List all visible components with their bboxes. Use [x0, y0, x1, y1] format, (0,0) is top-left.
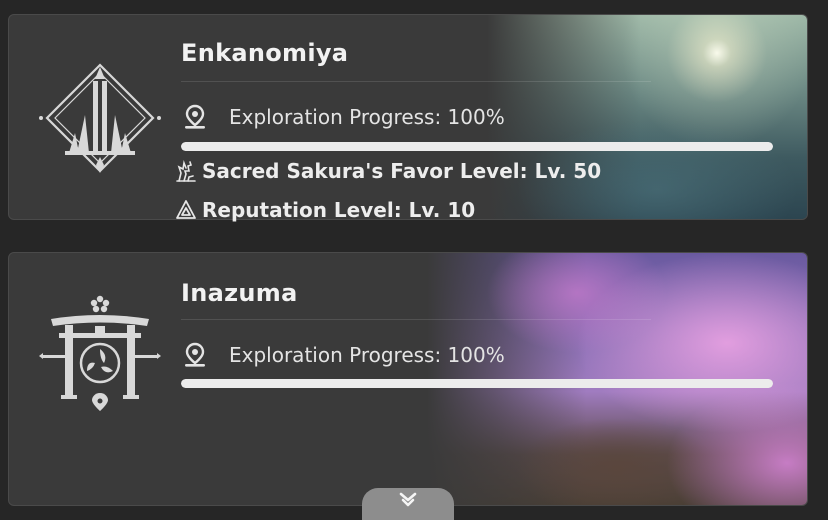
- exploration-progress-row: Exploration Progress: 100%: [183, 103, 505, 131]
- exploration-progress-label: Exploration Progress: 100%: [229, 105, 505, 129]
- sacred-sakura-icon: [176, 160, 196, 182]
- region-card-inazuma[interactable]: Inazuma Exploration Progress: 100%: [8, 252, 808, 506]
- region-title: Enkanomiya: [181, 39, 349, 67]
- title-divider: [181, 319, 651, 320]
- enkanomiya-emblem-icon: [39, 63, 161, 173]
- sacred-sakura-level-row: Sacred Sakura's Favor Level: Lv. 50: [174, 157, 601, 185]
- region-card-enkanomiya[interactable]: Enkanomiya Exploration Progress: 100%: [8, 14, 808, 220]
- exploration-progress-label: Exploration Progress: 100%: [229, 343, 505, 367]
- exploration-progress-fill: [181, 142, 773, 151]
- expand-button[interactable]: [362, 488, 454, 520]
- exploration-progress-bar: [181, 379, 773, 388]
- region-background-art: [487, 15, 807, 219]
- location-pin-icon: [185, 104, 205, 129]
- location-pin-icon: [185, 342, 205, 367]
- title-divider: [181, 81, 651, 82]
- exploration-progress-fill: [181, 379, 773, 388]
- exploration-progress-row: Exploration Progress: 100%: [183, 341, 505, 369]
- reputation-level-row: Reputation Level: Lv. 10: [174, 196, 475, 224]
- region-title: Inazuma: [181, 279, 298, 307]
- inazuma-emblem-icon: [39, 295, 161, 411]
- chevron-down-icon: [399, 492, 417, 507]
- exploration-progress-bar: [181, 142, 773, 151]
- reputation-level-label: Reputation Level: Lv. 10: [202, 198, 476, 222]
- reputation-icon: [176, 200, 196, 219]
- sacred-sakura-level-label: Sacred Sakura's Favor Level: Lv. 50: [202, 159, 602, 183]
